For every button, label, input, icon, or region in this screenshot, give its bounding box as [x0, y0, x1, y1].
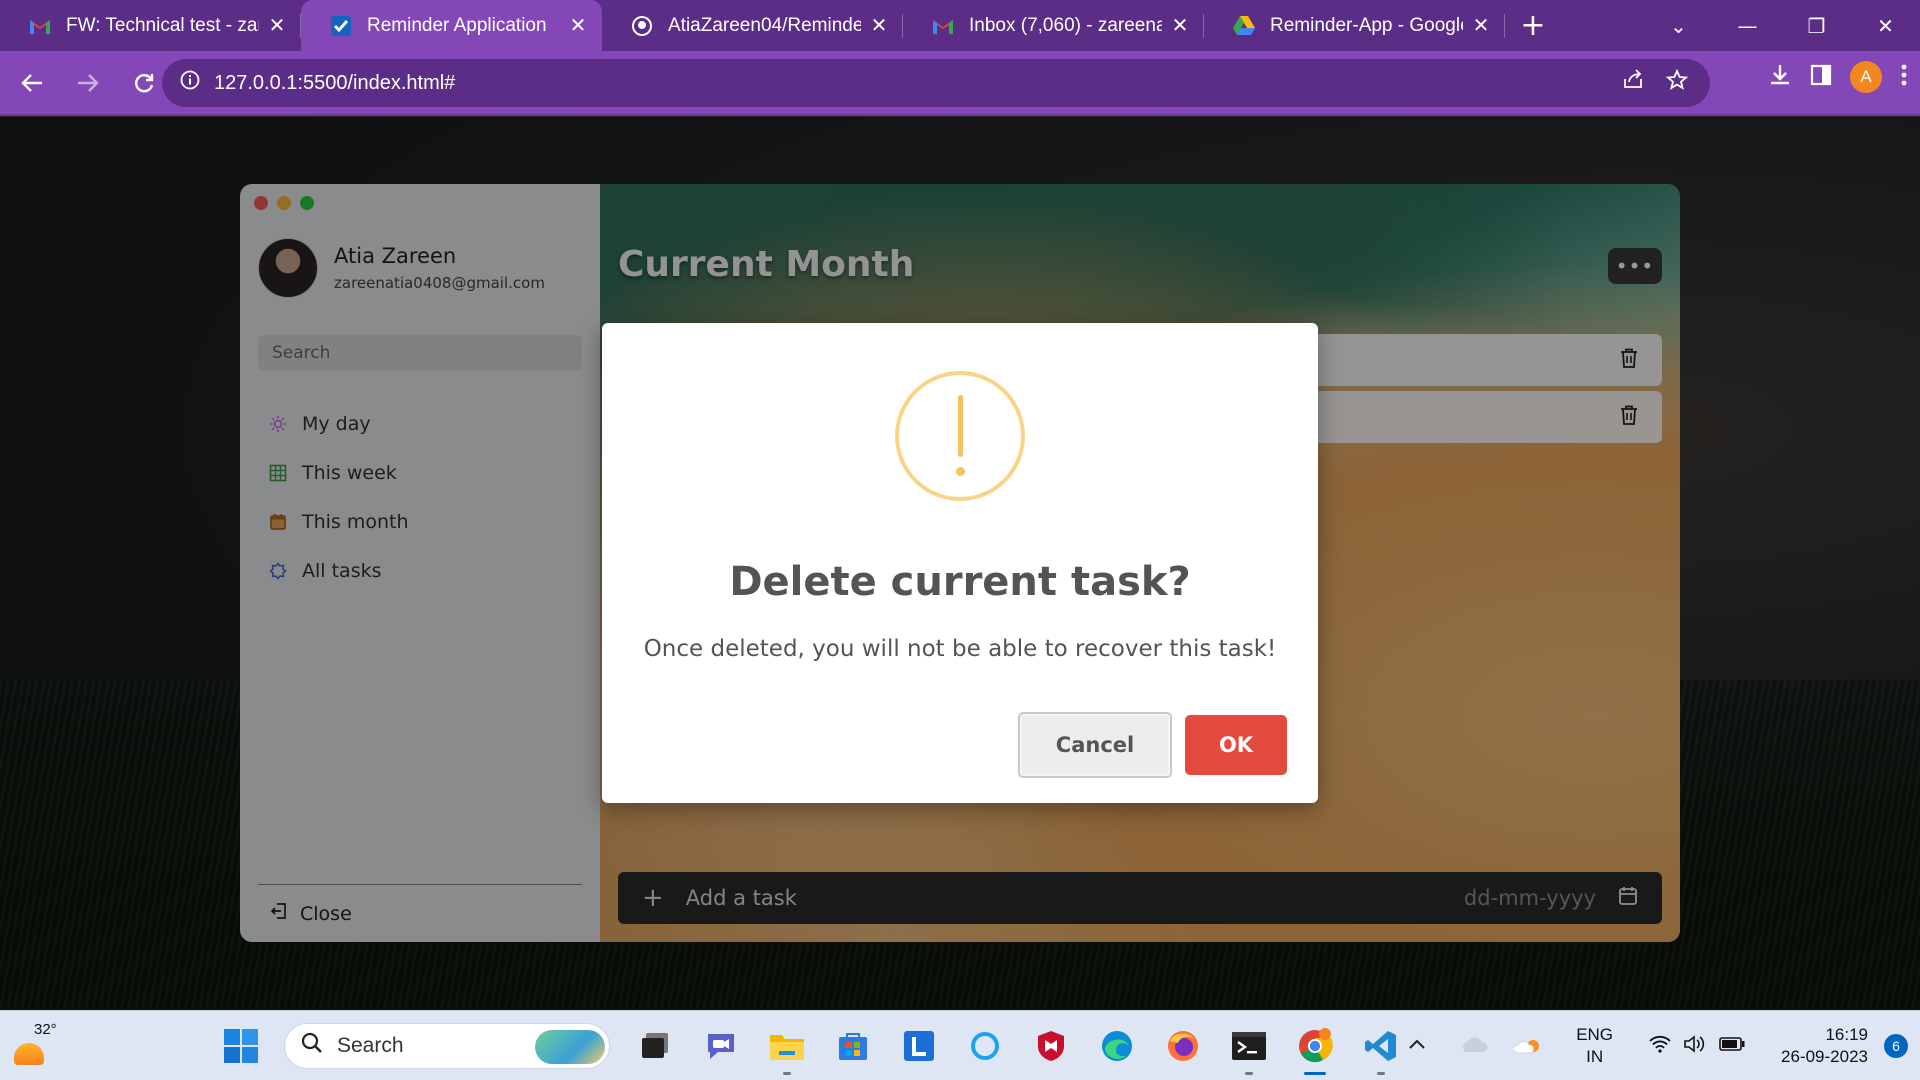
forward-arrow-icon: [78, 73, 99, 92]
browser-tab-bar: FW: Technical test - zareen ✕ Reminder A…: [0, 0, 1920, 51]
gmail-icon: [931, 14, 955, 38]
page-viewport: Atia Zareen zareenatia0408@gmail.com Sea…: [0, 117, 1920, 1010]
tab-title: Reminder-App - Google D: [1270, 14, 1463, 36]
tab-title: FW: Technical test - zareen: [66, 14, 259, 36]
dialog-message: Once deleted, you will not be able to re…: [643, 636, 1277, 662]
forward-button[interactable]: [64, 59, 112, 107]
vscode-icon[interactable]: [1358, 1023, 1404, 1075]
notification-badge[interactable]: 6: [1884, 1034, 1908, 1058]
download-icon[interactable]: [1768, 63, 1792, 91]
tab-gmail-inbox[interactable]: Inbox (7,060) - zareenatia0 ✕: [903, 0, 1204, 51]
clock-date: 26-09-2023: [1781, 1047, 1868, 1066]
side-panel-icon[interactable]: [1810, 64, 1832, 90]
bookmark-star-icon[interactable]: [1665, 68, 1689, 97]
weather-tray-icon[interactable]: [1513, 1033, 1542, 1060]
delete-confirm-dialog: Delete current task? Once deleted, you w…: [602, 323, 1318, 803]
dialog-title: Delete current task?: [729, 559, 1191, 605]
chevron-up-icon[interactable]: [1408, 1037, 1426, 1055]
tab-title: Reminder Application: [367, 14, 547, 36]
teams-chat-icon[interactable]: [698, 1023, 744, 1069]
tab-github[interactable]: AtiaZareen04/Reminder-A ✕: [602, 0, 903, 51]
system-clock[interactable]: 16:19 26-09-2023: [1781, 1024, 1868, 1068]
search-highlight-icon: [535, 1030, 605, 1064]
address-bar[interactable]: 127.0.0.1:5500/index.html#: [162, 59, 1710, 107]
restore-button[interactable]: ❐: [1782, 14, 1851, 38]
weather-widget[interactable]: 32°: [12, 1021, 66, 1071]
minimize-button[interactable]: —: [1713, 14, 1782, 38]
checkbox-icon: [329, 14, 353, 38]
clock-time: 16:19: [1825, 1025, 1868, 1044]
battery-icon[interactable]: [1719, 1036, 1745, 1056]
l-app-icon[interactable]: [896, 1023, 942, 1069]
weather-temp: 32°: [34, 1021, 57, 1038]
tab-title: AtiaZareen04/Reminder-A: [668, 14, 861, 36]
language-code: ENG: [1576, 1025, 1614, 1044]
reload-icon: [135, 73, 154, 92]
new-tab-button[interactable]: +: [1505, 0, 1561, 51]
profile-avatar-button[interactable]: A: [1850, 61, 1882, 93]
volume-icon[interactable]: [1683, 1034, 1705, 1059]
cancel-button[interactable]: Cancel: [1018, 712, 1172, 778]
task-view-icon[interactable]: [632, 1023, 678, 1069]
firefox-icon[interactable]: [1160, 1023, 1206, 1069]
share-icon[interactable]: [1622, 69, 1644, 97]
taskbar-apps: Search: [218, 1023, 1424, 1075]
search-icon: [301, 1032, 323, 1060]
site-info-icon[interactable]: [180, 70, 200, 96]
gmail-icon: [28, 14, 52, 38]
tab-search-chevron-icon[interactable]: ⌄: [1644, 14, 1713, 38]
weather-sun-icon: [14, 1043, 44, 1065]
back-button[interactable]: [8, 59, 56, 107]
close-tab-icon[interactable]: ✕: [568, 13, 588, 38]
language-indicator[interactable]: ENG IN: [1576, 1024, 1613, 1068]
tab-reminder-application[interactable]: Reminder Application ✕: [301, 0, 602, 51]
close-tab-icon[interactable]: ✕: [869, 13, 889, 38]
onedrive-cloud-icon[interactable]: [1460, 1035, 1488, 1058]
tab-gmail-fw[interactable]: FW: Technical test - zareen ✕: [0, 0, 301, 51]
close-tab-icon[interactable]: ✕: [267, 13, 287, 38]
google-drive-icon: [1232, 14, 1256, 38]
file-explorer-icon[interactable]: [764, 1023, 810, 1075]
github-icon: [630, 14, 654, 38]
cortana-ring-icon[interactable]: [962, 1023, 1008, 1069]
tab-google-drive[interactable]: Reminder-App - Google D ✕: [1204, 0, 1505, 51]
close-tab-icon[interactable]: ✕: [1471, 13, 1491, 38]
reload-button[interactable]: [120, 59, 168, 107]
wifi-icon[interactable]: [1649, 1035, 1671, 1058]
close-tab-icon[interactable]: ✕: [1170, 13, 1190, 38]
close-window-button[interactable]: ✕: [1851, 14, 1920, 38]
taskbar-search[interactable]: Search: [284, 1023, 610, 1069]
windows-start-icon[interactable]: [218, 1023, 264, 1069]
toolbar-actions: A: [1768, 61, 1908, 93]
language-region: IN: [1586, 1047, 1604, 1066]
browser-toolbar: 127.0.0.1:5500/index.html# A: [0, 51, 1920, 116]
back-arrow-icon: [21, 73, 42, 92]
menu-kebab-icon[interactable]: [1900, 63, 1908, 91]
terminal-icon[interactable]: [1226, 1023, 1272, 1075]
window-controls: ⌄ — ❐ ✕: [1644, 0, 1920, 51]
edge-browser-icon[interactable]: [1094, 1023, 1140, 1069]
tab-title: Inbox (7,060) - zareenatia0: [969, 14, 1162, 36]
url-text: 127.0.0.1:5500/index.html#: [214, 71, 456, 94]
microsoft-store-icon[interactable]: [830, 1023, 876, 1069]
mcafee-shield-icon[interactable]: [1028, 1023, 1074, 1069]
system-tray: ENG IN 16:19 26-09-2023 6: [1408, 1011, 1920, 1080]
warning-icon: [895, 371, 1025, 501]
chrome-icon[interactable]: [1292, 1023, 1338, 1075]
windows-taskbar: 32° Search ENG IN 16:19 26-09-2023 6: [0, 1010, 1920, 1080]
ok-button[interactable]: OK: [1185, 715, 1287, 775]
taskbar-search-label: Search: [337, 1034, 404, 1057]
